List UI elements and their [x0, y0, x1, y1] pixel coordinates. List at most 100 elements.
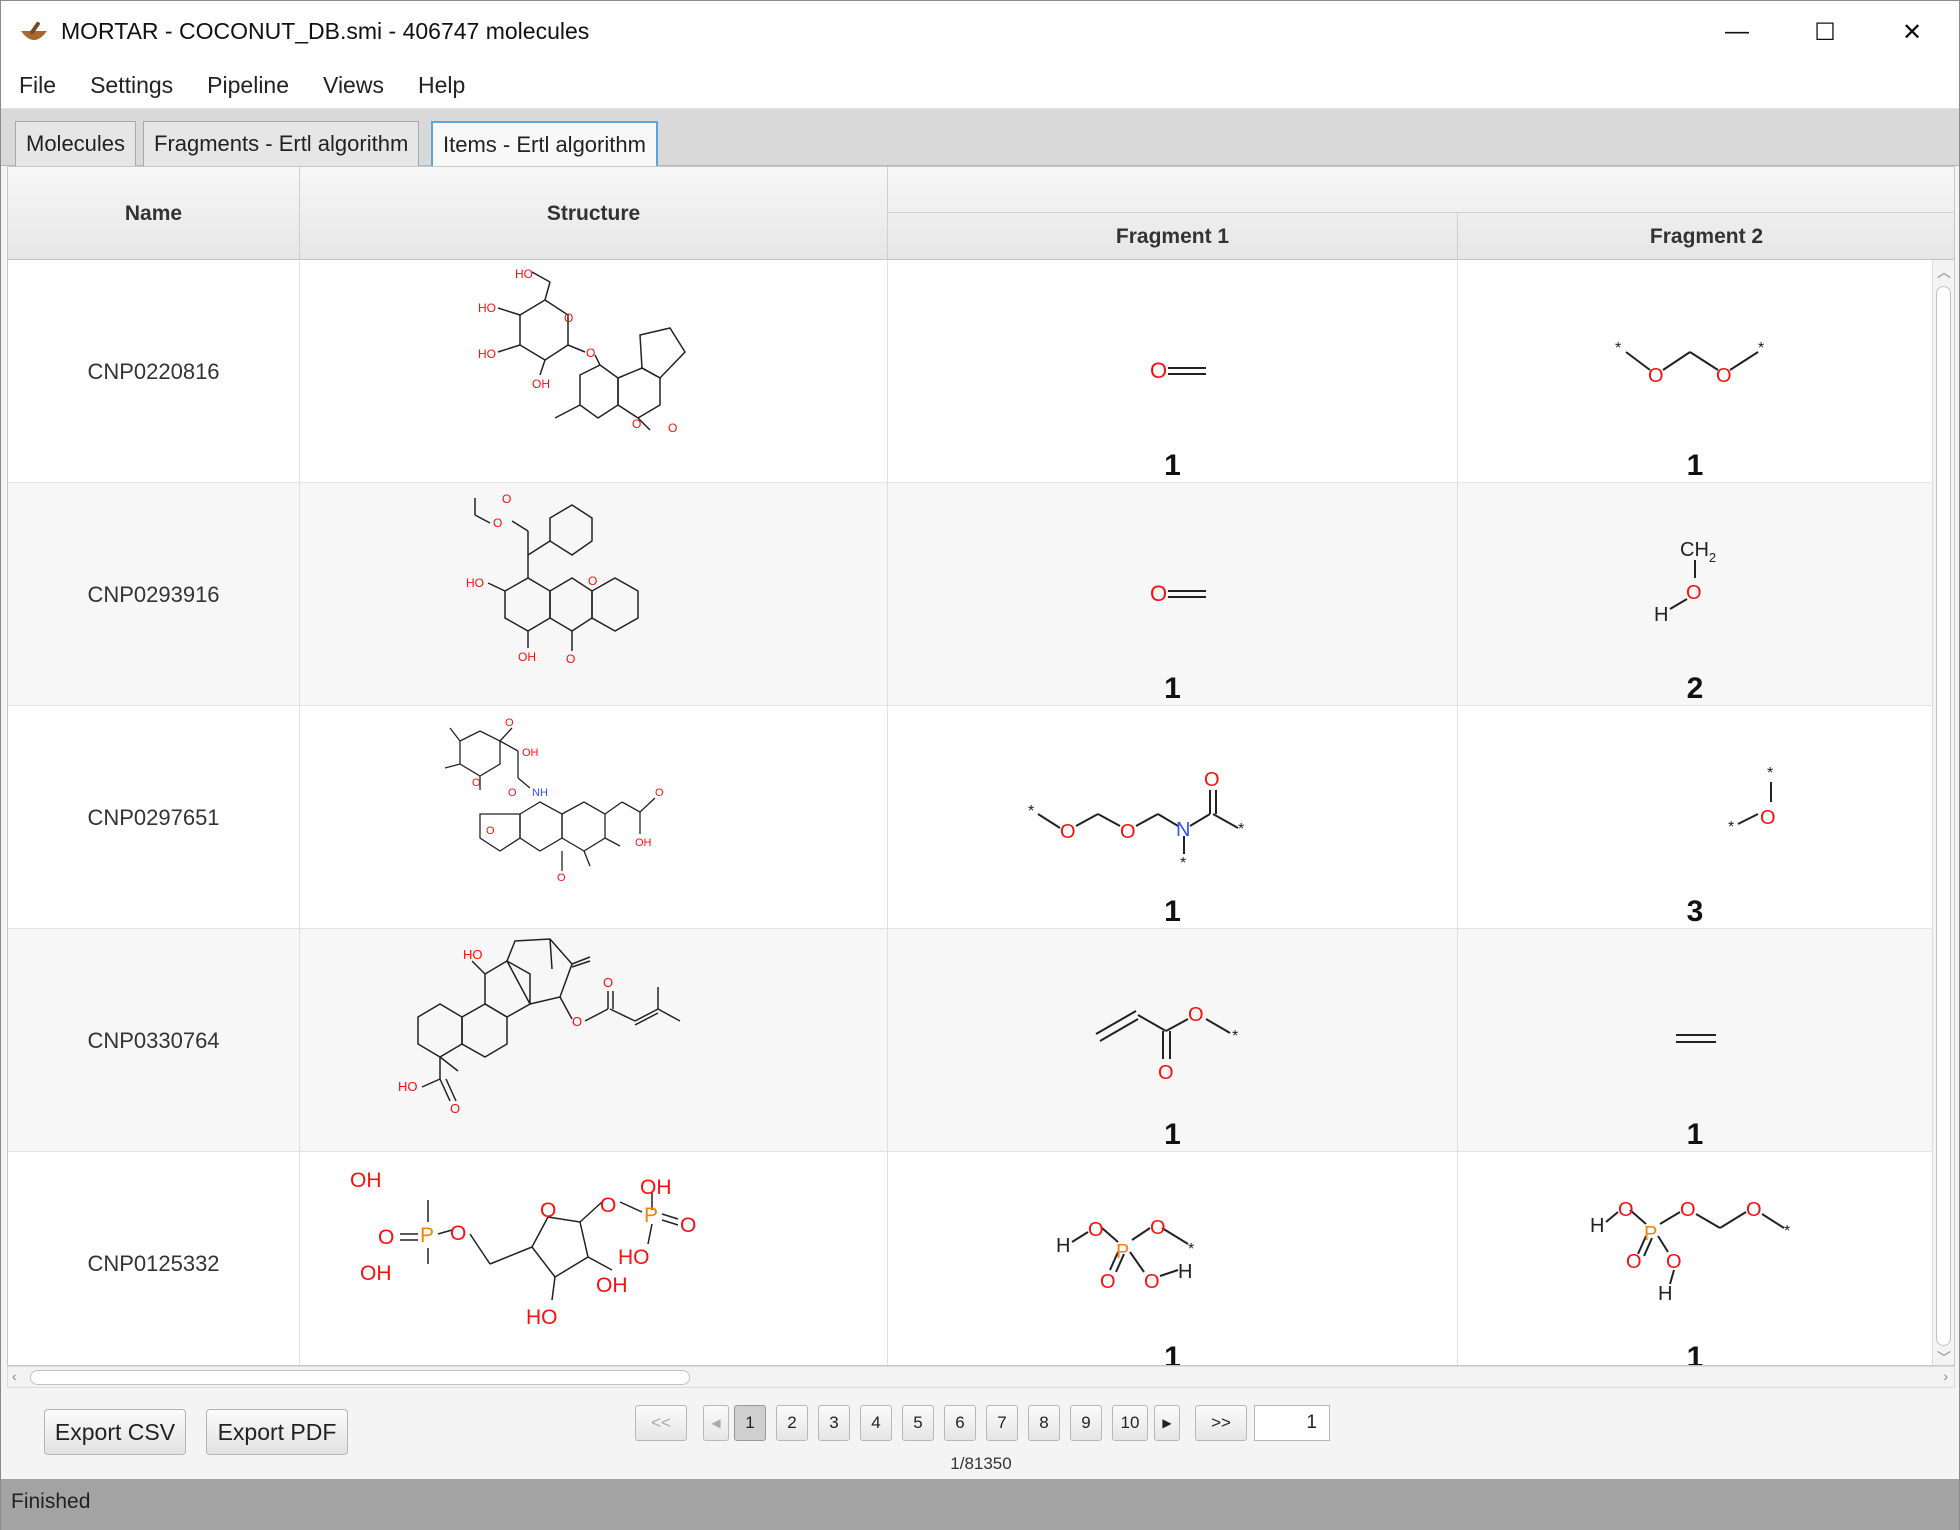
horizontal-scroll-thumb[interactable] — [30, 1370, 690, 1385]
svg-text:OH: OH — [518, 650, 536, 664]
svg-text:HO: HO — [526, 1306, 558, 1329]
close-button[interactable]: ✕ — [1869, 1, 1955, 63]
vertical-scrollbar[interactable]: ︿ ﹀ — [1932, 260, 1954, 1365]
first-page-button[interactable]: << — [635, 1405, 687, 1441]
page-button-1[interactable]: 1 — [734, 1405, 766, 1441]
svg-text:OH: OH — [360, 1262, 392, 1285]
app-window: MORTAR - COCONUT_DB.smi - 406747 molecul… — [0, 0, 1960, 1530]
svg-text:O: O — [1618, 1199, 1634, 1221]
svg-text:O: O — [502, 492, 511, 506]
svg-text:HO: HO — [618, 1246, 650, 1269]
svg-text:O: O — [557, 872, 566, 884]
svg-text:O: O — [603, 975, 613, 990]
export-pdf-button[interactable]: Export PDF — [206, 1409, 348, 1455]
molecule-structure-image: HO HO HO OH O O O O — [478, 267, 686, 435]
export-csv-button[interactable]: Export CSV — [44, 1409, 186, 1455]
page-button-7[interactable]: 7 — [986, 1405, 1018, 1441]
svg-text:O: O — [493, 516, 502, 530]
table-row[interactable]: CNP0125332 OH O OH O O O OH O HO OH HO P… — [8, 1152, 1933, 1365]
tab-items[interactable]: Items - Ertl algorithm — [431, 121, 658, 166]
svg-text:O: O — [1666, 1251, 1682, 1273]
header-fragment-1[interactable]: Fragment 1 — [888, 213, 1458, 260]
svg-text:P: P — [644, 1204, 658, 1227]
svg-text:*: * — [1238, 821, 1244, 838]
fragment-count: 1 — [1686, 1118, 1704, 1151]
svg-text:O: O — [540, 1199, 556, 1222]
structure-cell: O O OH O O OH O O NH — [300, 706, 888, 929]
molecule-name: CNP0330764 — [8, 929, 300, 1152]
scroll-left-icon[interactable]: ‹ — [12, 1368, 17, 1384]
menu-help[interactable]: Help — [418, 72, 465, 99]
fragment-structure-image: H H O O O O P * — [1056, 1217, 1194, 1293]
svg-text:O: O — [564, 311, 573, 325]
svg-text:O: O — [1150, 1217, 1166, 1239]
next-page-icon[interactable]: ▶ — [1154, 1405, 1180, 1441]
table-header: Name Structure Fragment 1 Fragment 2 — [8, 167, 1954, 260]
scroll-right-icon[interactable]: › — [1943, 1368, 1948, 1384]
menu-file[interactable]: File — [19, 72, 56, 99]
svg-text:O: O — [1088, 1219, 1104, 1241]
page-button-2[interactable]: 2 — [776, 1405, 808, 1441]
maximize-icon: ☐ — [1814, 18, 1836, 46]
svg-text:H: H — [1056, 1235, 1070, 1257]
page-button-9[interactable]: 9 — [1070, 1405, 1102, 1441]
page-button-3[interactable]: 3 — [818, 1405, 850, 1441]
tab-fragments[interactable]: Fragments - Ertl algorithm — [143, 121, 420, 166]
horizontal-scrollbar[interactable]: ‹ › — [7, 1366, 1955, 1388]
svg-text:*: * — [1767, 765, 1773, 782]
page-info: 1/81350 — [950, 1454, 1012, 1473]
prev-page-icon[interactable]: ◀ — [703, 1405, 729, 1441]
header-structure[interactable]: Structure — [300, 167, 888, 260]
structure-cell: HO O O HO O — [300, 929, 888, 1152]
svg-text:NH: NH — [532, 787, 548, 799]
table-row[interactable]: CNP0297651 O O OH O O OH O O NH O O O N … — [8, 706, 1933, 929]
svg-text:HO: HO — [515, 267, 533, 281]
fragment-count: 3 — [1686, 895, 1704, 928]
svg-text:O: O — [1120, 821, 1136, 843]
structure-cell: HO HO HO OH O O O O — [300, 260, 888, 483]
header-name[interactable]: Name — [8, 167, 300, 260]
scroll-up-icon[interactable]: ︿ — [1937, 262, 1951, 282]
fragment-count: 2 — [1686, 672, 1704, 705]
svg-text:O: O — [450, 1101, 460, 1116]
svg-text:O: O — [378, 1226, 394, 1249]
svg-text:O: O — [1150, 581, 1167, 606]
minimize-button[interactable]: — — [1694, 1, 1780, 63]
svg-text:H: H — [1590, 1215, 1604, 1237]
scroll-down-icon[interactable]: ﹀ — [1937, 1348, 1951, 1365]
svg-text:O: O — [1716, 365, 1732, 387]
maximize-button[interactable]: ☐ — [1782, 1, 1868, 63]
page-button-10[interactable]: 10 — [1112, 1405, 1148, 1441]
menu-settings[interactable]: Settings — [90, 72, 173, 99]
tab-molecules[interactable]: Molecules — [15, 121, 137, 166]
menu-pipeline[interactable]: Pipeline — [207, 72, 289, 99]
svg-text:O: O — [505, 717, 514, 729]
fragment-1-cell: O 1 — [888, 260, 1458, 483]
header-fragment-2[interactable]: Fragment 2 — [1458, 213, 1954, 260]
last-page-button[interactable]: >> — [1195, 1405, 1247, 1441]
svg-text:O: O — [1150, 358, 1167, 383]
table-row[interactable]: CNP0220816 HO HO HO OH O O O O O 1 O O *… — [8, 260, 1933, 483]
page-button-5[interactable]: 5 — [902, 1405, 934, 1441]
menu-bar: File Settings Pipeline Views Help — [1, 63, 1959, 109]
fragment-2-cell: 1 — [1458, 929, 1933, 1152]
page-button-8[interactable]: 8 — [1028, 1405, 1060, 1441]
title-bar: MORTAR - COCONUT_DB.smi - 406747 molecul… — [1, 1, 1959, 63]
menu-views[interactable]: Views — [323, 72, 384, 99]
svg-text:O: O — [588, 574, 597, 588]
vertical-scroll-thumb[interactable] — [1936, 286, 1951, 1346]
svg-text:OH: OH — [532, 377, 550, 391]
fragment-2-cell: O O * * 1 — [1458, 260, 1933, 483]
page-button-6[interactable]: 6 — [944, 1405, 976, 1441]
svg-text:O: O — [1158, 1062, 1174, 1084]
page-number-input[interactable]: 1 — [1254, 1405, 1330, 1441]
svg-text:*: * — [1232, 1028, 1238, 1045]
svg-text:O: O — [1100, 1271, 1116, 1293]
window-title: MORTAR - COCONUT_DB.smi - 406747 molecul… — [61, 18, 590, 44]
table-row[interactable]: CNP0330764 HO O O HO O O O * 1 1 — [8, 929, 1933, 1152]
table-row[interactable]: CNP0293916 O O HO OH O O O 1 CH2 O H 2 — [8, 483, 1933, 706]
structure-cell: OH O OH O O O OH O HO OH HO P P — [300, 1152, 888, 1365]
fragment-2-cell: CH2 O H 2 — [1458, 483, 1933, 706]
page-button-4[interactable]: 4 — [860, 1405, 892, 1441]
svg-text:*: * — [1615, 340, 1621, 357]
